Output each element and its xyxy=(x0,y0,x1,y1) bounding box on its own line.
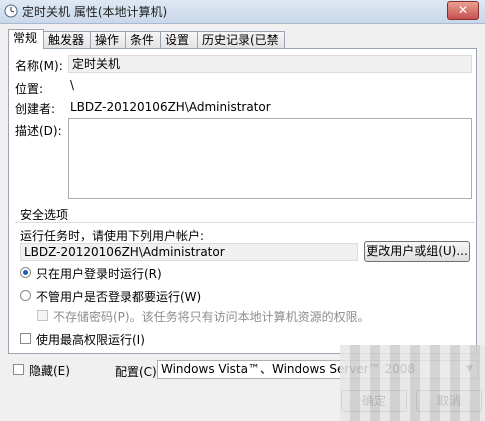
tab-label: 条件 xyxy=(130,33,155,47)
ok-button[interactable]: 确定 xyxy=(341,390,407,412)
configure-value: Windows Vista™、Windows Server™ 2008 xyxy=(161,362,416,376)
close-icon: ✕ xyxy=(457,3,469,17)
tab-label: 设置 xyxy=(165,33,190,47)
radio-run-whether-logged[interactable] xyxy=(20,290,31,301)
description-label: 描述(D): xyxy=(15,124,62,138)
window-title: 定时关机 属性(本地计算机) xyxy=(22,5,168,19)
no-store-password-checkbox[interactable] xyxy=(37,310,48,321)
run-as-label: 运行任务时，请使用下列用户帐户: xyxy=(20,229,205,243)
user-account-field: LBDZ-20120106ZH\Administrator xyxy=(20,243,358,261)
section-divider xyxy=(15,222,475,223)
close-button[interactable]: ✕ xyxy=(447,1,479,20)
location-label: 位置: xyxy=(15,82,44,96)
clock-icon xyxy=(4,4,18,18)
tab-label: 操作 xyxy=(95,33,120,47)
hidden-label: 隐藏(E) xyxy=(29,364,70,378)
title-bar: 定时关机 属性(本地计算机) ✕ xyxy=(0,0,485,24)
highest-privileges-checkbox[interactable] xyxy=(20,333,31,344)
name-label: 名称(M): xyxy=(15,59,63,73)
configure-label: 配置(C): xyxy=(115,365,161,379)
name-field[interactable]: 定时关机 xyxy=(68,55,472,73)
tab-triggers[interactable]: 触发器 xyxy=(43,31,91,48)
tab-conditions[interactable]: 条件 xyxy=(125,31,161,48)
description-field[interactable] xyxy=(68,118,472,199)
radio-run-logged-on-label: 只在用户登录时运行(R) xyxy=(36,267,162,281)
configure-dropdown[interactable]: Windows Vista™、Windows Server™ 2008 ▼ xyxy=(157,360,478,379)
security-section-title: 安全选项 xyxy=(20,208,69,222)
radio-run-logged-on[interactable] xyxy=(20,267,31,278)
cancel-button[interactable]: 取消 xyxy=(416,390,482,412)
location-value: \ xyxy=(70,78,75,92)
tab-label: 触发器 xyxy=(48,33,85,47)
highest-privileges-label: 使用最高权限运行(I) xyxy=(36,333,145,347)
radio-run-whether-logged-label: 不管用户是否登录都要运行(W) xyxy=(36,290,202,304)
tab-history[interactable]: 历史记录(已禁用) xyxy=(197,31,285,63)
change-user-button[interactable]: 更改用户或组(U)... xyxy=(364,241,470,262)
hidden-checkbox[interactable] xyxy=(13,364,24,375)
author-value: LBDZ-20120106ZH\Administrator xyxy=(70,100,271,114)
chevron-down-icon: ▼ xyxy=(466,364,473,374)
tab-actions[interactable]: 操作 xyxy=(90,31,126,48)
tab-label: 常规 xyxy=(13,31,38,45)
no-store-password-label: 不存储密码(P)。该任务将只有访问本地计算机资源的权限。 xyxy=(53,310,370,324)
author-label: 创建者: xyxy=(15,102,56,116)
tab-general[interactable]: 常规 xyxy=(8,29,44,49)
tab-settings[interactable]: 设置 xyxy=(160,31,198,48)
